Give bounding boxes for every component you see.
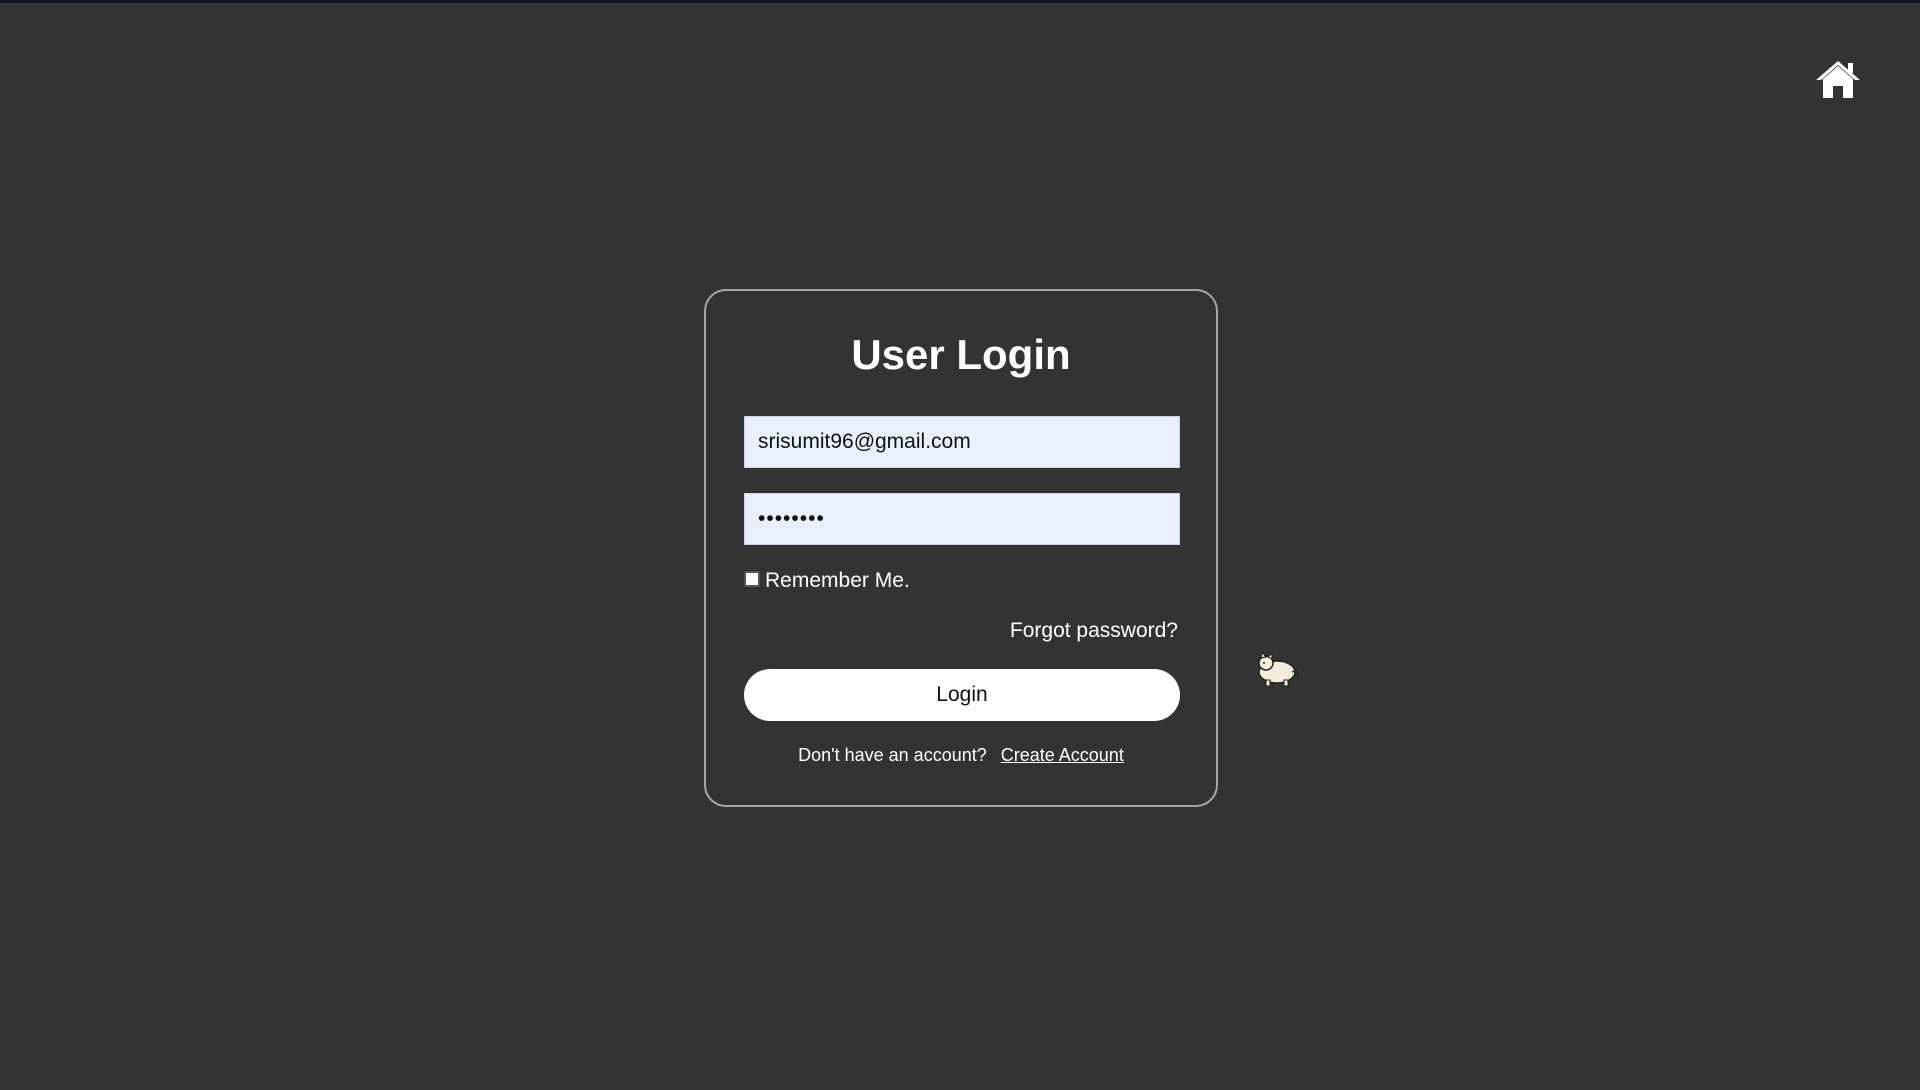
page-title: User Login: [851, 331, 1071, 378]
login-button[interactable]: Login: [744, 669, 1180, 721]
create-account-link[interactable]: Create Account: [1001, 745, 1124, 765]
home-button[interactable]: [1814, 58, 1862, 100]
remember-me-label: Remember Me.: [765, 569, 910, 592]
forgot-password-link[interactable]: Forgot password?: [1010, 619, 1178, 643]
home-icon: [1816, 61, 1860, 98]
remember-me[interactable]: Remember Me.: [744, 569, 910, 593]
password-field[interactable]: [744, 493, 1180, 545]
cat-icon: [1258, 650, 1299, 687]
signup-prompt: Don't have an account?: [798, 745, 987, 765]
email-field[interactable]: [744, 416, 1180, 468]
login-card: User Login Remember Me. Forgot password?…: [704, 289, 1218, 807]
top-edge-bar: [0, 0, 1920, 3]
remember-me-checkbox[interactable]: [744, 571, 760, 587]
login-button-label: Login: [936, 683, 988, 706]
signup-row: Don't have an account? Create Account: [706, 745, 1216, 766]
